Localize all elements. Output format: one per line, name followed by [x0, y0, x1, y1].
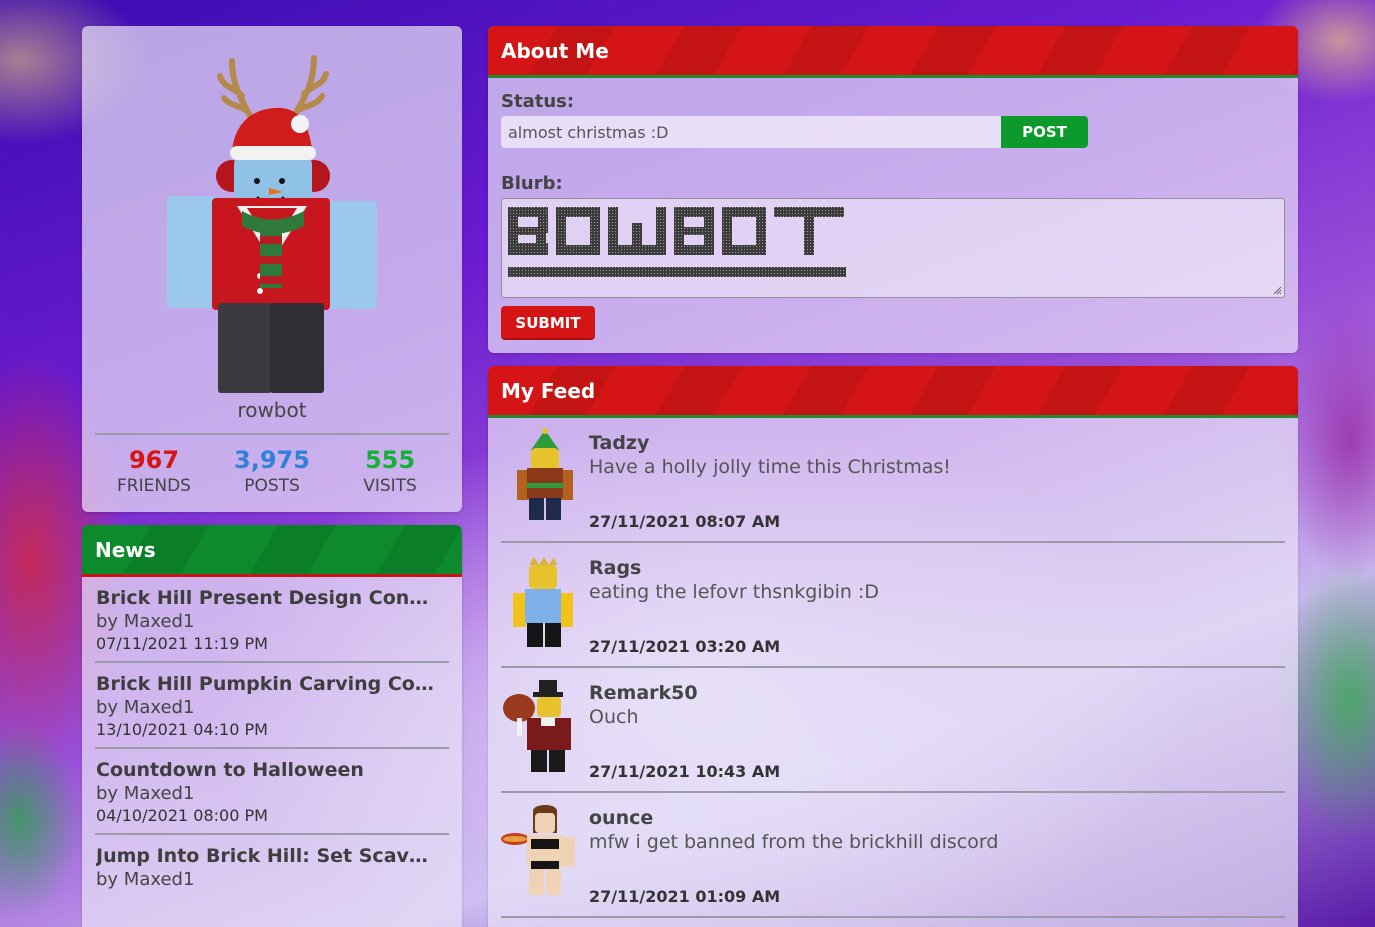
news-panel: News Brick Hill Present Design Conte... … — [82, 525, 462, 927]
posts-stat[interactable]: 3,975 POSTS — [209, 446, 335, 496]
blurb-label: Blurb: — [501, 173, 563, 194]
blurb-textarea[interactable] — [501, 198, 1285, 298]
feed-item-text: mfw i get banned from the brickhill disc… — [589, 831, 999, 853]
feed-item-text: eating the lefovr thsnkgibin :D — [589, 581, 880, 603]
feed-avatar-pilgrim[interactable] — [501, 678, 581, 773]
feed-item-author[interactable]: Tadzy — [589, 432, 649, 454]
profile-card: rowbot 967 FRIENDS 3,975 POSTS 555 VISIT… — [82, 26, 462, 512]
feed-item-author[interactable]: ounce — [589, 807, 653, 829]
news-item[interactable]: Brick Hill Present Design Conte... by Ma… — [95, 577, 449, 663]
news-item[interactable]: Jump Into Brick Hill: Set Scave... by Ma… — [95, 835, 449, 898]
feed-item: Rags eating the lefovr thsnkgibin :D 27/… — [501, 543, 1285, 668]
news-item-date: 04/10/2021 08:00 PM — [96, 806, 268, 825]
feed-panel: My Feed Tadzy Have a holly jolly time th… — [488, 366, 1298, 927]
profile-divider — [95, 433, 449, 435]
post-status-button[interactable]: POST — [1001, 116, 1088, 148]
feed-item-author[interactable]: Rags — [589, 557, 641, 579]
about-me-title: About Me — [501, 38, 609, 63]
news-item-title[interactable]: Jump Into Brick Hill: Set Scave... — [96, 845, 435, 867]
status-label: Status: — [501, 91, 575, 112]
feed-item: ounce mfw i get banned from the brickhil… — [501, 793, 1285, 918]
feed-item-author[interactable]: Remark50 — [589, 682, 698, 704]
news-item-author: by Maxed1 — [96, 783, 195, 804]
feed-item-date: 27/11/2021 01:09 AM — [589, 887, 781, 906]
visits-count: 555 — [364, 446, 416, 474]
feed-item-date: 27/11/2021 08:07 AM — [589, 512, 781, 531]
feed-item-date: 27/11/2021 10:43 AM — [589, 762, 781, 781]
username: rowbot — [237, 398, 307, 422]
news-item-title[interactable]: Brick Hill Present Design Conte... — [96, 587, 435, 609]
feed-item-text: Have a holly jolly time this Christmas! — [589, 456, 951, 478]
feed-header: My Feed — [488, 366, 1298, 418]
about-me-header: About Me — [488, 26, 1298, 78]
submit-blurb-button[interactable]: SUBMIT — [501, 306, 595, 340]
about-me-panel: About Me Status: almost christmas :D POS… — [488, 26, 1298, 353]
user-avatar[interactable] — [82, 36, 462, 416]
friends-stat[interactable]: 967 FRIENDS — [91, 446, 217, 496]
news-list: Brick Hill Present Design Conte... by Ma… — [82, 577, 462, 898]
news-item[interactable]: Countdown to Halloween by Maxed1 04/10/2… — [95, 749, 449, 835]
news-item-author: by Maxed1 — [96, 869, 195, 890]
news-item-date: 13/10/2021 04:10 PM — [96, 720, 268, 739]
news-item-date: 07/11/2021 11:19 PM — [96, 634, 268, 653]
posts-label: POSTS — [244, 476, 300, 496]
feed-avatar-hotdog[interactable] — [501, 803, 581, 898]
news-header: News — [82, 525, 462, 577]
feed-item-date: 27/11/2021 03:20 AM — [589, 637, 781, 656]
posts-count: 3,975 — [234, 446, 310, 474]
blurb-art — [508, 207, 846, 277]
feed-item: Tadzy Have a holly jolly time this Chris… — [501, 418, 1285, 543]
visits-label: VISITS — [363, 476, 417, 496]
friends-count: 967 — [128, 446, 180, 474]
news-item-author: by Maxed1 — [96, 611, 195, 632]
news-item-author: by Maxed1 — [96, 697, 195, 718]
feed-avatar-crown[interactable] — [501, 553, 581, 648]
feed-avatar-elf[interactable] — [501, 428, 581, 523]
news-item-title[interactable]: Countdown to Halloween — [96, 759, 435, 781]
feed-item: Remark50 Ouch 27/11/2021 10:43 AM — [501, 668, 1285, 793]
news-item-title[interactable]: Brick Hill Pumpkin Carving Co... — [96, 673, 435, 695]
feed-item-text: Ouch — [589, 706, 639, 728]
status-input[interactable]: almost christmas :D — [501, 116, 1001, 148]
news-title: News — [95, 537, 156, 562]
feed-title: My Feed — [501, 378, 596, 403]
resize-handle-icon[interactable] — [1273, 286, 1282, 295]
news-item[interactable]: Brick Hill Pumpkin Carving Co... by Maxe… — [95, 663, 449, 749]
friends-label: FRIENDS — [117, 476, 191, 496]
visits-stat: 555 VISITS — [327, 446, 453, 496]
